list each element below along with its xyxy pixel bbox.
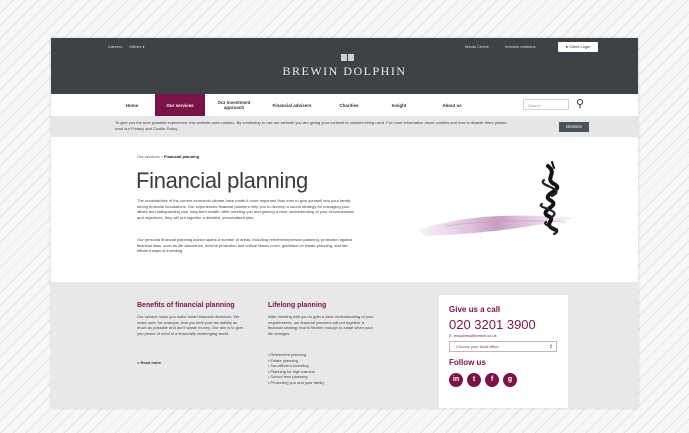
media-centre-link[interactable]: Media Centre xyxy=(465,44,489,49)
breadcrumb: Our services > Financial planning xyxy=(137,154,199,159)
dismiss-button[interactable]: Dismiss xyxy=(559,122,589,132)
nav-our-services[interactable]: Our services xyxy=(155,94,205,116)
benefits-text: Our service helps you make smart financi… xyxy=(137,314,244,336)
twitter-icon[interactable]: t xyxy=(467,373,481,387)
client-login-label: Client Login xyxy=(569,44,591,49)
chevron-down-icon: ⇕ xyxy=(548,344,553,350)
services-paragraph: Our personal financial planning advice s… xyxy=(137,237,353,254)
nav-financial-advisers[interactable]: Financial advisers xyxy=(263,94,321,116)
client-login-button[interactable]: ● Client Login xyxy=(558,42,598,52)
main-nav: Home Our services Our investment approac… xyxy=(51,94,638,117)
investor-relations-link[interactable]: Investor relations xyxy=(505,44,535,49)
cookie-banner: To give you the best possible experience… xyxy=(51,117,638,137)
lifelong-heading: Lifelong planning xyxy=(268,302,327,309)
nav-charities[interactable]: Charities xyxy=(327,94,371,116)
nav-investment-approach[interactable]: Our investment approach xyxy=(209,94,259,116)
intro-paragraph: The uncertainties of the current economi… xyxy=(137,198,355,220)
careers-link[interactable]: Careers xyxy=(108,44,122,49)
contact-panel: Give us a call 020 3201 3900 E: enquirie… xyxy=(439,295,568,408)
lifelong-list: Retirement planning Estate planning Tax-… xyxy=(268,352,324,386)
browser-page: Careers Offices ▾ Media Centre Investor … xyxy=(51,38,638,408)
logo-icon xyxy=(341,48,355,61)
site-header: Careers Offices ▾ Media Centre Investor … xyxy=(51,38,638,94)
breadcrumb-current: Financial planning xyxy=(164,154,200,159)
page-title: Financial planning xyxy=(136,168,308,193)
phone-number[interactable]: 020 3201 3900 xyxy=(449,317,536,332)
googleplus-icon[interactable]: g xyxy=(503,373,517,387)
decorative-brush-artwork xyxy=(418,161,576,236)
facebook-icon[interactable]: f xyxy=(485,373,499,387)
offices-link[interactable]: Offices ▾ xyxy=(129,44,145,49)
office-select-value: Choose your local office xyxy=(456,344,499,349)
list-item[interactable]: Protecting you and your family xyxy=(268,380,324,386)
breadcrumb-parent-link[interactable]: Our services xyxy=(137,154,159,159)
search-input[interactable]: Search xyxy=(523,99,569,110)
nav-about-us[interactable]: About us xyxy=(427,94,477,116)
lifelong-text: After meeting with you to gain a clear u… xyxy=(268,314,374,336)
call-heading: Give us a call xyxy=(449,305,501,314)
nav-home[interactable]: Home xyxy=(109,94,155,116)
site-logo[interactable]: BREWIN DOLPHIN xyxy=(51,64,638,79)
benefits-heading: Benefits of financial planning xyxy=(137,302,235,309)
email-link[interactable]: E: enquiries@brewin.co.uk xyxy=(449,333,497,338)
follow-heading: Follow us xyxy=(449,358,486,367)
breadcrumb-separator: > xyxy=(160,154,163,159)
cookie-text: To give you the best possible experience… xyxy=(115,120,507,131)
linkedin-icon[interactable]: in xyxy=(449,373,463,387)
read-more-link[interactable]: > Read more xyxy=(137,360,161,366)
search-icon[interactable]: ⚲ xyxy=(576,98,584,110)
office-select[interactable]: Choose your local office ⇕ xyxy=(449,341,557,352)
nav-insight[interactable]: Insight xyxy=(377,94,421,116)
lock-icon: ● xyxy=(565,44,569,49)
